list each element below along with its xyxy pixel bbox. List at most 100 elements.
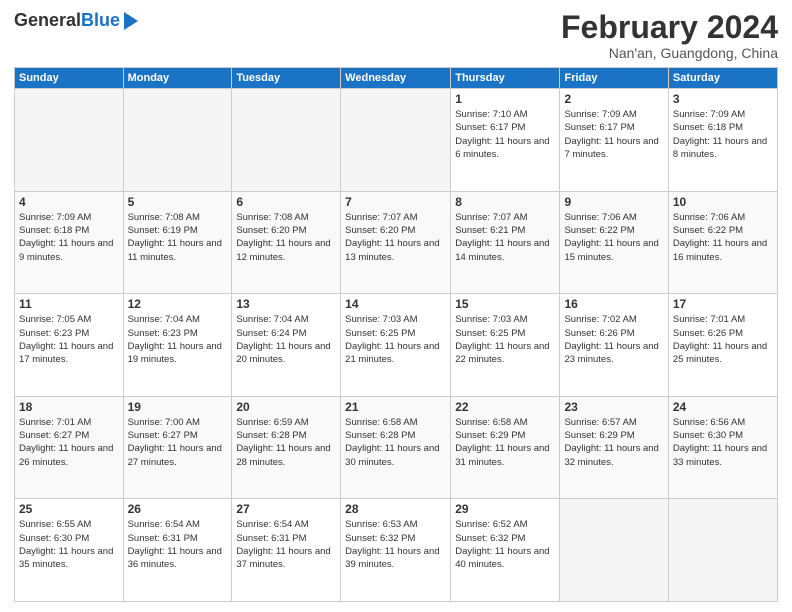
calendar-cell: 5 Sunrise: 7:08 AM Sunset: 6:19 PM Daylig… [123, 191, 232, 294]
calendar-cell: 10 Sunrise: 7:06 AM Sunset: 6:22 PM Dayli… [668, 191, 777, 294]
day-number: 18 [19, 400, 119, 414]
day-info: Sunrise: 6:56 AM Sunset: 6:30 PM Dayligh… [673, 416, 773, 469]
calendar-cell: 17 Sunrise: 7:01 AM Sunset: 6:26 PM Dayli… [668, 294, 777, 397]
calendar-cell: 2 Sunrise: 7:09 AM Sunset: 6:17 PM Daylig… [560, 89, 668, 192]
day-number: 26 [128, 502, 228, 516]
day-number: 8 [455, 195, 555, 209]
day-number: 28 [345, 502, 446, 516]
day-info: Sunrise: 7:04 AM Sunset: 6:24 PM Dayligh… [236, 313, 336, 366]
calendar-cell [232, 89, 341, 192]
day-number: 20 [236, 400, 336, 414]
day-info: Sunrise: 6:58 AM Sunset: 6:29 PM Dayligh… [455, 416, 555, 469]
weekday-header-wednesday: Wednesday [341, 68, 451, 89]
day-number: 23 [564, 400, 663, 414]
day-number: 24 [673, 400, 773, 414]
calendar-cell: 8 Sunrise: 7:07 AM Sunset: 6:21 PM Daylig… [451, 191, 560, 294]
logo-arrow [124, 12, 138, 30]
weekday-header-saturday: Saturday [668, 68, 777, 89]
day-info: Sunrise: 6:52 AM Sunset: 6:32 PM Dayligh… [455, 518, 555, 571]
day-info: Sunrise: 7:08 AM Sunset: 6:20 PM Dayligh… [236, 211, 336, 264]
day-info: Sunrise: 7:09 AM Sunset: 6:17 PM Dayligh… [564, 108, 663, 161]
calendar-cell: 15 Sunrise: 7:03 AM Sunset: 6:25 PM Dayli… [451, 294, 560, 397]
day-info: Sunrise: 6:55 AM Sunset: 6:30 PM Dayligh… [19, 518, 119, 571]
calendar-cell: 9Sunrise: 7:06 AM Sunset: 6:22 PM Daylig… [560, 191, 668, 294]
calendar-week-row: 1 Sunrise: 7:10 AM Sunset: 6:17 PM Daylig… [15, 89, 778, 192]
calendar-cell: 12 Sunrise: 7:04 AM Sunset: 6:23 PM Dayli… [123, 294, 232, 397]
weekday-header-sunday: Sunday [15, 68, 124, 89]
day-number: 22 [455, 400, 555, 414]
calendar-cell: 13 Sunrise: 7:04 AM Sunset: 6:24 PM Dayli… [232, 294, 341, 397]
calendar-cell [123, 89, 232, 192]
day-number: 13 [236, 297, 336, 311]
calendar-cell: 11 Sunrise: 7:05 AM Sunset: 6:23 PM Dayli… [15, 294, 124, 397]
day-info: Sunrise: 7:09 AM Sunset: 6:18 PM Dayligh… [673, 108, 773, 161]
day-number: 15 [455, 297, 555, 311]
calendar-cell: 25 Sunrise: 6:55 AM Sunset: 6:30 PM Dayli… [15, 499, 124, 602]
calendar-cell: 6Sunrise: 7:08 AM Sunset: 6:20 PM Daylig… [232, 191, 341, 294]
day-number: 11 [19, 297, 119, 311]
calendar-cell: 3 Sunrise: 7:09 AM Sunset: 6:18 PM Daylig… [668, 89, 777, 192]
weekday-header-tuesday: Tuesday [232, 68, 341, 89]
day-number: 12 [128, 297, 228, 311]
day-info: Sunrise: 7:10 AM Sunset: 6:17 PM Dayligh… [455, 108, 555, 161]
day-info: Sunrise: 7:03 AM Sunset: 6:25 PM Dayligh… [455, 313, 555, 366]
logo-general: General [14, 10, 81, 30]
day-info: Sunrise: 7:00 AM Sunset: 6:27 PM Dayligh… [128, 416, 228, 469]
day-info: Sunrise: 7:03 AM Sunset: 6:25 PM Dayligh… [345, 313, 446, 366]
day-info: Sunrise: 7:09 AM Sunset: 6:18 PM Dayligh… [19, 211, 119, 264]
calendar-cell: 22 Sunrise: 6:58 AM Sunset: 6:29 PM Dayli… [451, 396, 560, 499]
day-info: Sunrise: 7:08 AM Sunset: 6:19 PM Dayligh… [128, 211, 228, 264]
day-number: 17 [673, 297, 773, 311]
header: GeneralBlue February 2024 Nan'an, Guangd… [14, 10, 778, 61]
calendar-cell: 26 Sunrise: 6:54 AM Sunset: 6:31 PM Dayli… [123, 499, 232, 602]
calendar-cell: 14 Sunrise: 7:03 AM Sunset: 6:25 PM Dayli… [341, 294, 451, 397]
logo: GeneralBlue [14, 10, 138, 30]
day-number: 3 [673, 92, 773, 106]
calendar-cell: 1 Sunrise: 7:10 AM Sunset: 6:17 PM Daylig… [451, 89, 560, 192]
day-info: Sunrise: 7:07 AM Sunset: 6:21 PM Dayligh… [455, 211, 555, 264]
day-info: Sunrise: 6:54 AM Sunset: 6:31 PM Dayligh… [128, 518, 228, 571]
day-info: Sunrise: 7:06 AM Sunset: 6:22 PM Dayligh… [673, 211, 773, 264]
day-number: 25 [19, 502, 119, 516]
calendar-week-row: 25 Sunrise: 6:55 AM Sunset: 6:30 PM Dayli… [15, 499, 778, 602]
day-info: Sunrise: 6:54 AM Sunset: 6:31 PM Dayligh… [236, 518, 336, 571]
day-info: Sunrise: 7:02 AM Sunset: 6:26 PM Dayligh… [564, 313, 663, 366]
day-number: 9 [564, 195, 663, 209]
calendar-cell: 24 Sunrise: 6:56 AM Sunset: 6:30 PM Dayli… [668, 396, 777, 499]
day-number: 29 [455, 502, 555, 516]
weekday-header-friday: Friday [560, 68, 668, 89]
day-info: Sunrise: 6:58 AM Sunset: 6:28 PM Dayligh… [345, 416, 446, 469]
calendar-cell: 4Sunrise: 7:09 AM Sunset: 6:18 PM Daylig… [15, 191, 124, 294]
calendar-cell: 27 Sunrise: 6:54 AM Sunset: 6:31 PM Dayli… [232, 499, 341, 602]
calendar-week-row: 4Sunrise: 7:09 AM Sunset: 6:18 PM Daylig… [15, 191, 778, 294]
day-number: 2 [564, 92, 663, 106]
weekday-header-monday: Monday [123, 68, 232, 89]
calendar-cell [15, 89, 124, 192]
day-number: 5 [128, 195, 228, 209]
calendar-cell: 7Sunrise: 7:07 AM Sunset: 6:20 PM Daylig… [341, 191, 451, 294]
day-info: Sunrise: 7:05 AM Sunset: 6:23 PM Dayligh… [19, 313, 119, 366]
calendar-cell: 18 Sunrise: 7:01 AM Sunset: 6:27 PM Dayli… [15, 396, 124, 499]
day-number: 1 [455, 92, 555, 106]
day-info: Sunrise: 7:01 AM Sunset: 6:27 PM Dayligh… [19, 416, 119, 469]
day-info: Sunrise: 7:04 AM Sunset: 6:23 PM Dayligh… [128, 313, 228, 366]
calendar-table: SundayMondayTuesdayWednesdayThursdayFrid… [14, 67, 778, 602]
day-info: Sunrise: 6:59 AM Sunset: 6:28 PM Dayligh… [236, 416, 336, 469]
calendar-cell: 23 Sunrise: 6:57 AM Sunset: 6:29 PM Dayli… [560, 396, 668, 499]
title-block: February 2024 Nan'an, Guangdong, China [561, 10, 778, 61]
day-number: 27 [236, 502, 336, 516]
calendar-cell: 19Sunrise: 7:00 AM Sunset: 6:27 PM Dayli… [123, 396, 232, 499]
day-info: Sunrise: 7:01 AM Sunset: 6:26 PM Dayligh… [673, 313, 773, 366]
weekday-header-thursday: Thursday [451, 68, 560, 89]
calendar-cell [560, 499, 668, 602]
calendar-location: Nan'an, Guangdong, China [561, 45, 778, 61]
day-number: 14 [345, 297, 446, 311]
day-number: 10 [673, 195, 773, 209]
calendar-week-row: 18 Sunrise: 7:01 AM Sunset: 6:27 PM Dayli… [15, 396, 778, 499]
day-info: Sunrise: 6:57 AM Sunset: 6:29 PM Dayligh… [564, 416, 663, 469]
calendar-cell: 20 Sunrise: 6:59 AM Sunset: 6:28 PM Dayli… [232, 396, 341, 499]
page: GeneralBlue February 2024 Nan'an, Guangd… [0, 0, 792, 612]
day-number: 21 [345, 400, 446, 414]
calendar-cell [668, 499, 777, 602]
logo-text: GeneralBlue [14, 11, 120, 29]
